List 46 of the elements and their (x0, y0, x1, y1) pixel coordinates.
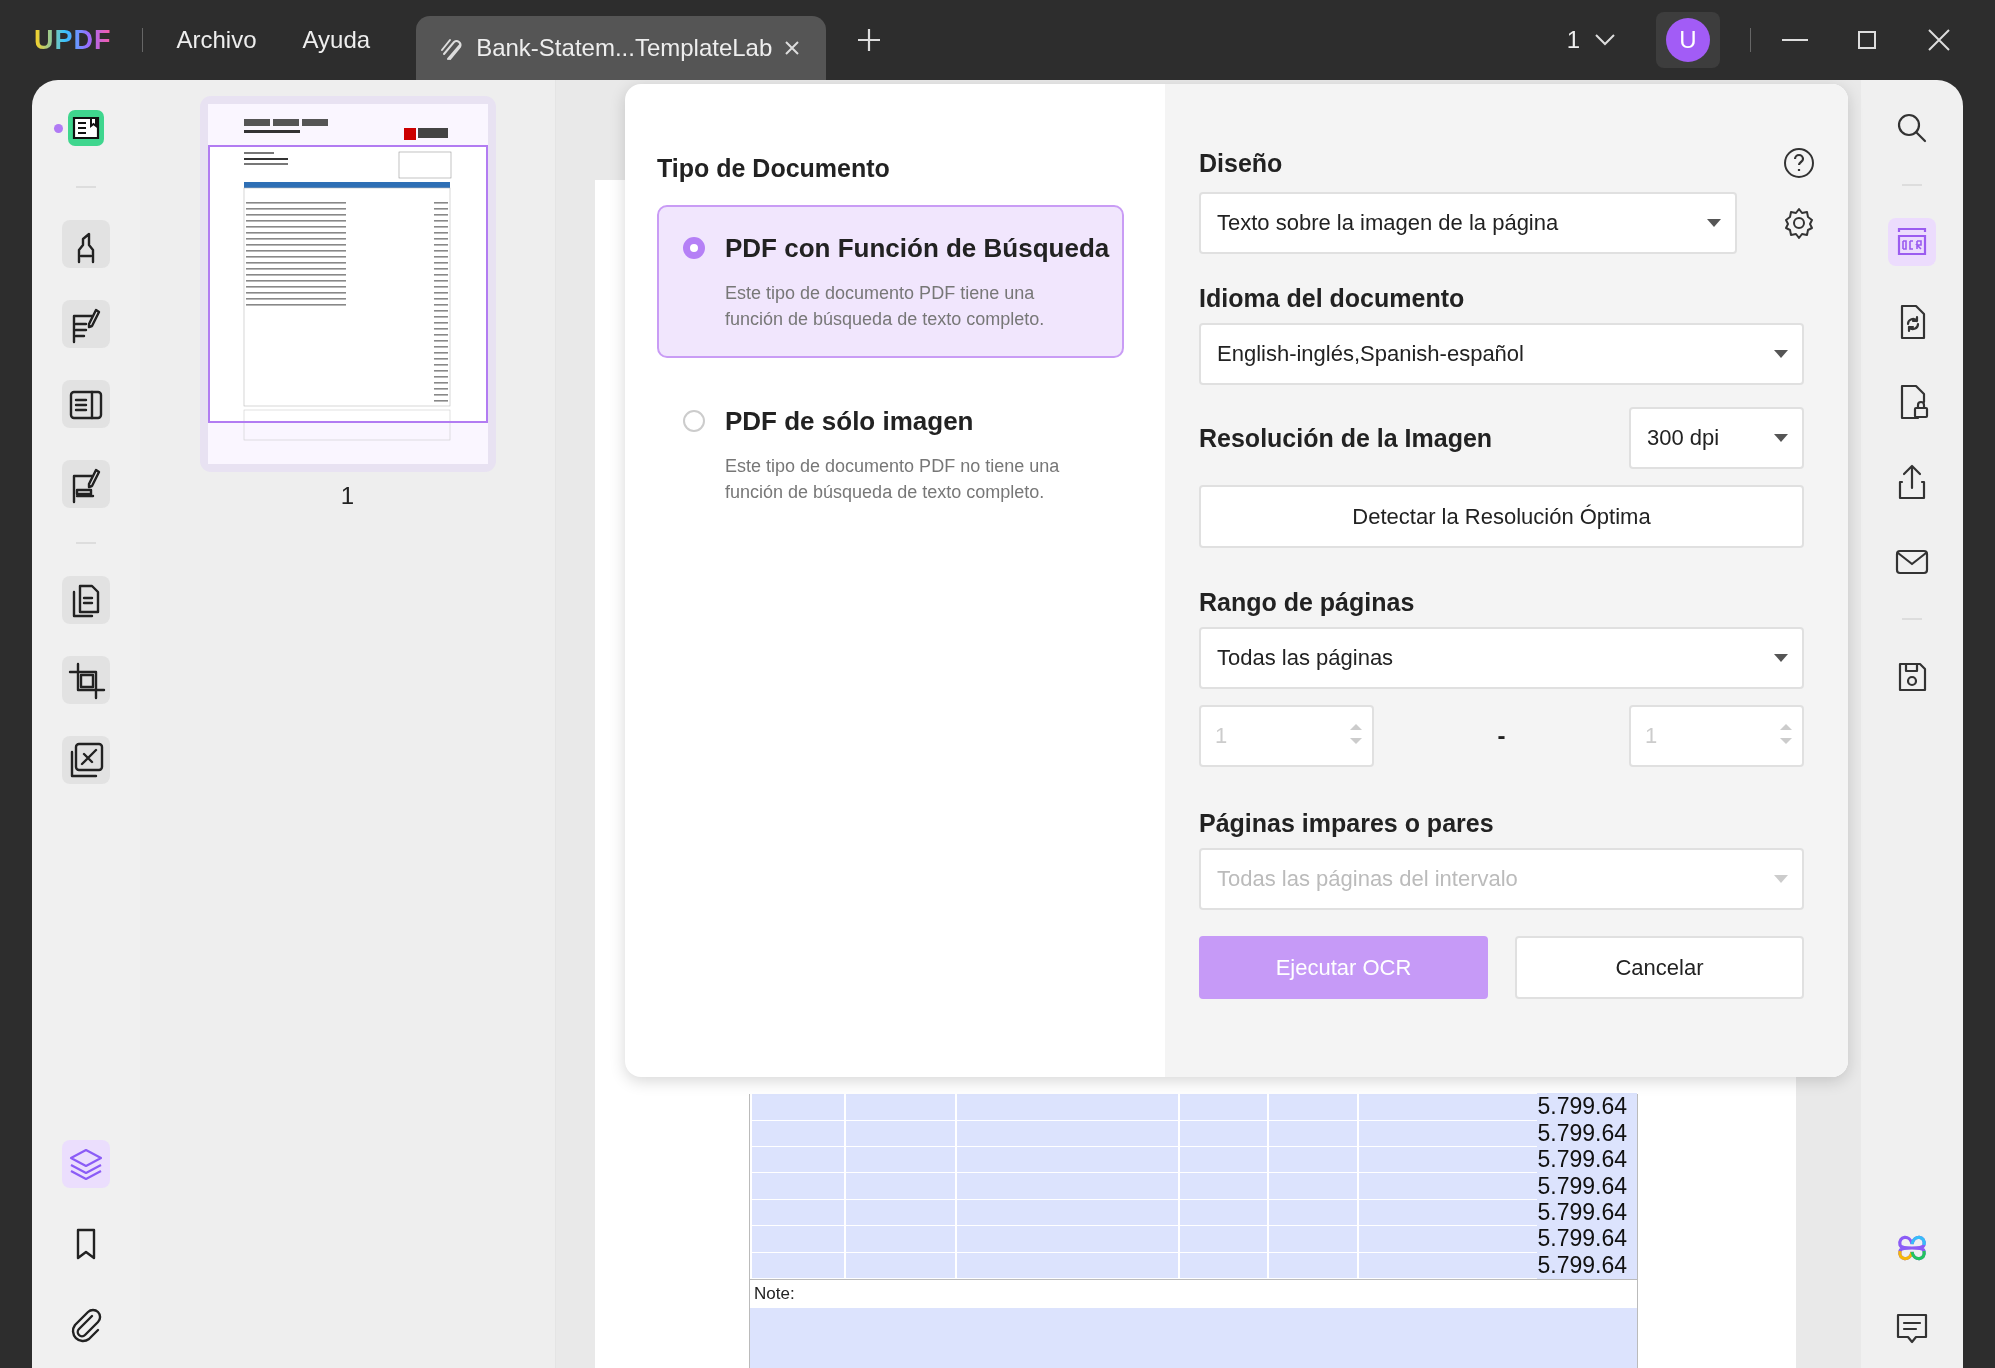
pages-icon[interactable] (62, 736, 110, 784)
new-tab-icon[interactable] (856, 27, 883, 53)
option-title: PDF de sólo imagen (725, 406, 975, 437)
highlighter-icon[interactable] (62, 220, 110, 268)
layers-icon[interactable] (62, 1140, 110, 1188)
account-button[interactable]: U (1656, 12, 1720, 68)
user-avatar: U (1666, 18, 1710, 62)
organize-pages-icon[interactable] (62, 576, 110, 624)
layout-select[interactable]: Texto sobre la imagen de la página (1199, 192, 1737, 254)
radio-button[interactable] (683, 237, 705, 259)
form-icon[interactable] (62, 380, 110, 428)
document-tab[interactable]: Bank-Statem...TemplateLab (416, 16, 827, 80)
section-heading: Tipo de Documento (657, 154, 891, 183)
window-count[interactable]: 1 (1566, 26, 1580, 54)
balance-cell: 5.799.64 (1537, 1251, 1637, 1279)
settings-icon[interactable] (1782, 206, 1816, 240)
resolution-select[interactable]: 300 dpi (1629, 407, 1804, 469)
cancel-button[interactable]: Cancelar (1515, 936, 1804, 999)
page-thumbnail[interactable] (207, 104, 488, 464)
note-label: Note: (754, 1284, 795, 1304)
chevron-down-icon[interactable] (1594, 33, 1616, 47)
option-title: PDF con Función de Búsqueda (725, 233, 1110, 264)
field-label: Resolución de la Imagen (1199, 423, 1493, 453)
document-type-option[interactable]: PDF con Función de Búsqueda Este tipo de documento PDF tiene una función de búsqueda de texto completo. (657, 205, 1124, 358)
language-select[interactable]: English-inglés,Spanish-español (1199, 323, 1804, 385)
tab-title: Bank-Statem...TemplateLab (476, 34, 773, 62)
crop-icon[interactable] (62, 656, 110, 704)
help-icon[interactable] (1782, 146, 1816, 180)
detect-resolution-button[interactable]: Detectar la Resolución Óptima (1199, 485, 1804, 548)
field-label: Rango de páginas (1199, 588, 1416, 617)
field-label: Diseño (1199, 148, 1283, 178)
page-number-label: 1 (340, 482, 355, 510)
ocr-icon[interactable] (1888, 218, 1936, 266)
field-label: Idioma del documento (1199, 284, 1466, 313)
document-type-option[interactable]: PDF de sólo imagen Este tipo de documento PDF no tiene una función de búsqueda de texto completo. (657, 378, 1124, 531)
radio-button[interactable] (683, 410, 705, 432)
sign-document-icon[interactable] (62, 460, 110, 508)
page-range-select[interactable]: Todas las páginas (1199, 627, 1804, 689)
edit-document-icon[interactable] (62, 300, 110, 348)
range-separator: - (1497, 722, 1506, 750)
field-label: Páginas impares o pares (1199, 809, 1495, 838)
option-description: Este tipo de documento PDF tiene una función de búsqueda de texto completo. (725, 282, 1046, 331)
menu-item[interactable]: Ayuda (298, 26, 375, 54)
menu-item[interactable]: Archivo (172, 26, 261, 54)
option-description: Este tipo de documento PDF no tiene una función de búsqueda de texto completo. (725, 455, 1061, 504)
active-indicator-icon (54, 124, 63, 133)
